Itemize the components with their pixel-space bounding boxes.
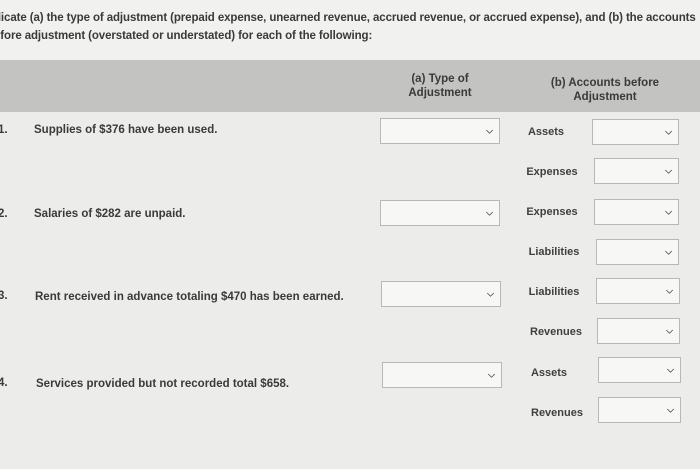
- chevron-down-icon: ⌵: [665, 246, 672, 257]
- type-header-line-2: Adjustment: [408, 87, 472, 99]
- account-label: Assets: [527, 126, 565, 138]
- chevron-down-icon: ⌵: [488, 369, 495, 380]
- chevron-down-icon: ⌵: [665, 206, 672, 217]
- type-column-header: (a) Type of Adjustment: [385, 72, 495, 100]
- account-status-select[interactable]: ⌵: [596, 278, 680, 304]
- account-label: Expenses: [526, 166, 578, 178]
- type-of-adjustment-select[interactable]: ⌵: [380, 118, 500, 144]
- chevron-down-icon: ⌵: [487, 288, 494, 299]
- row-description: Services provided but not recorded total…: [36, 378, 290, 390]
- type-header-line-1: (a) Type of: [411, 73, 469, 85]
- row-description: Salaries of $282 are unpaid.: [34, 208, 186, 220]
- row-number: 3.: [0, 290, 8, 302]
- account-label: Liabilities: [528, 286, 580, 298]
- row-description: Rent received in advance totaling $470 h…: [35, 291, 344, 303]
- account-status-select[interactable]: ⌵: [597, 318, 680, 344]
- chevron-down-icon: ⌵: [666, 325, 673, 336]
- chevron-down-icon: ⌵: [486, 207, 493, 218]
- row-number: 2.: [0, 208, 8, 220]
- type-of-adjustment-select[interactable]: ⌵: [380, 200, 500, 226]
- account-status-select[interactable]: ⌵: [592, 119, 679, 145]
- chevron-down-icon: ⌵: [666, 285, 673, 296]
- row-number: 4.: [0, 377, 8, 389]
- instructions-line-1: dicate (a) the type of adjustment (prepa…: [0, 12, 696, 24]
- instructions-panel: dicate (a) the type of adjustment (prepa…: [0, 0, 700, 60]
- account-label: Assets: [530, 367, 568, 379]
- row-description: Supplies of $376 have been used.: [34, 124, 218, 136]
- chevron-down-icon: ⌵: [667, 364, 674, 375]
- accounts-header-line-1: (b) Accounts before: [550, 77, 660, 89]
- table-header: (a) Type of Adjustment (b) Accounts befo…: [0, 60, 700, 112]
- account-status-select[interactable]: ⌵: [596, 239, 679, 265]
- account-status-select[interactable]: ⌵: [598, 397, 681, 423]
- account-label: Revenues: [531, 407, 583, 419]
- chevron-down-icon: ⌵: [665, 165, 672, 176]
- row-number: 1.: [0, 124, 8, 136]
- instructions-line-2: efore adjustment (overstated or understa…: [0, 30, 373, 42]
- accounts-header-line-2: Adjustment: [573, 91, 637, 103]
- account-label: Revenues: [530, 326, 582, 338]
- account-label: Liabilities: [528, 246, 580, 258]
- chevron-down-icon: ⌵: [486, 125, 493, 136]
- account-label: Expenses: [526, 206, 578, 218]
- chevron-down-icon: ⌵: [665, 126, 672, 137]
- account-status-select[interactable]: ⌵: [598, 357, 681, 383]
- accounts-column-header: (b) Accounts before Adjustment: [540, 76, 670, 104]
- type-of-adjustment-select[interactable]: ⌵: [382, 362, 502, 388]
- account-status-select[interactable]: ⌵: [594, 158, 679, 184]
- chevron-down-icon: ⌵: [667, 404, 674, 415]
- account-status-select[interactable]: ⌵: [594, 199, 679, 225]
- type-of-adjustment-select[interactable]: ⌵: [381, 281, 501, 307]
